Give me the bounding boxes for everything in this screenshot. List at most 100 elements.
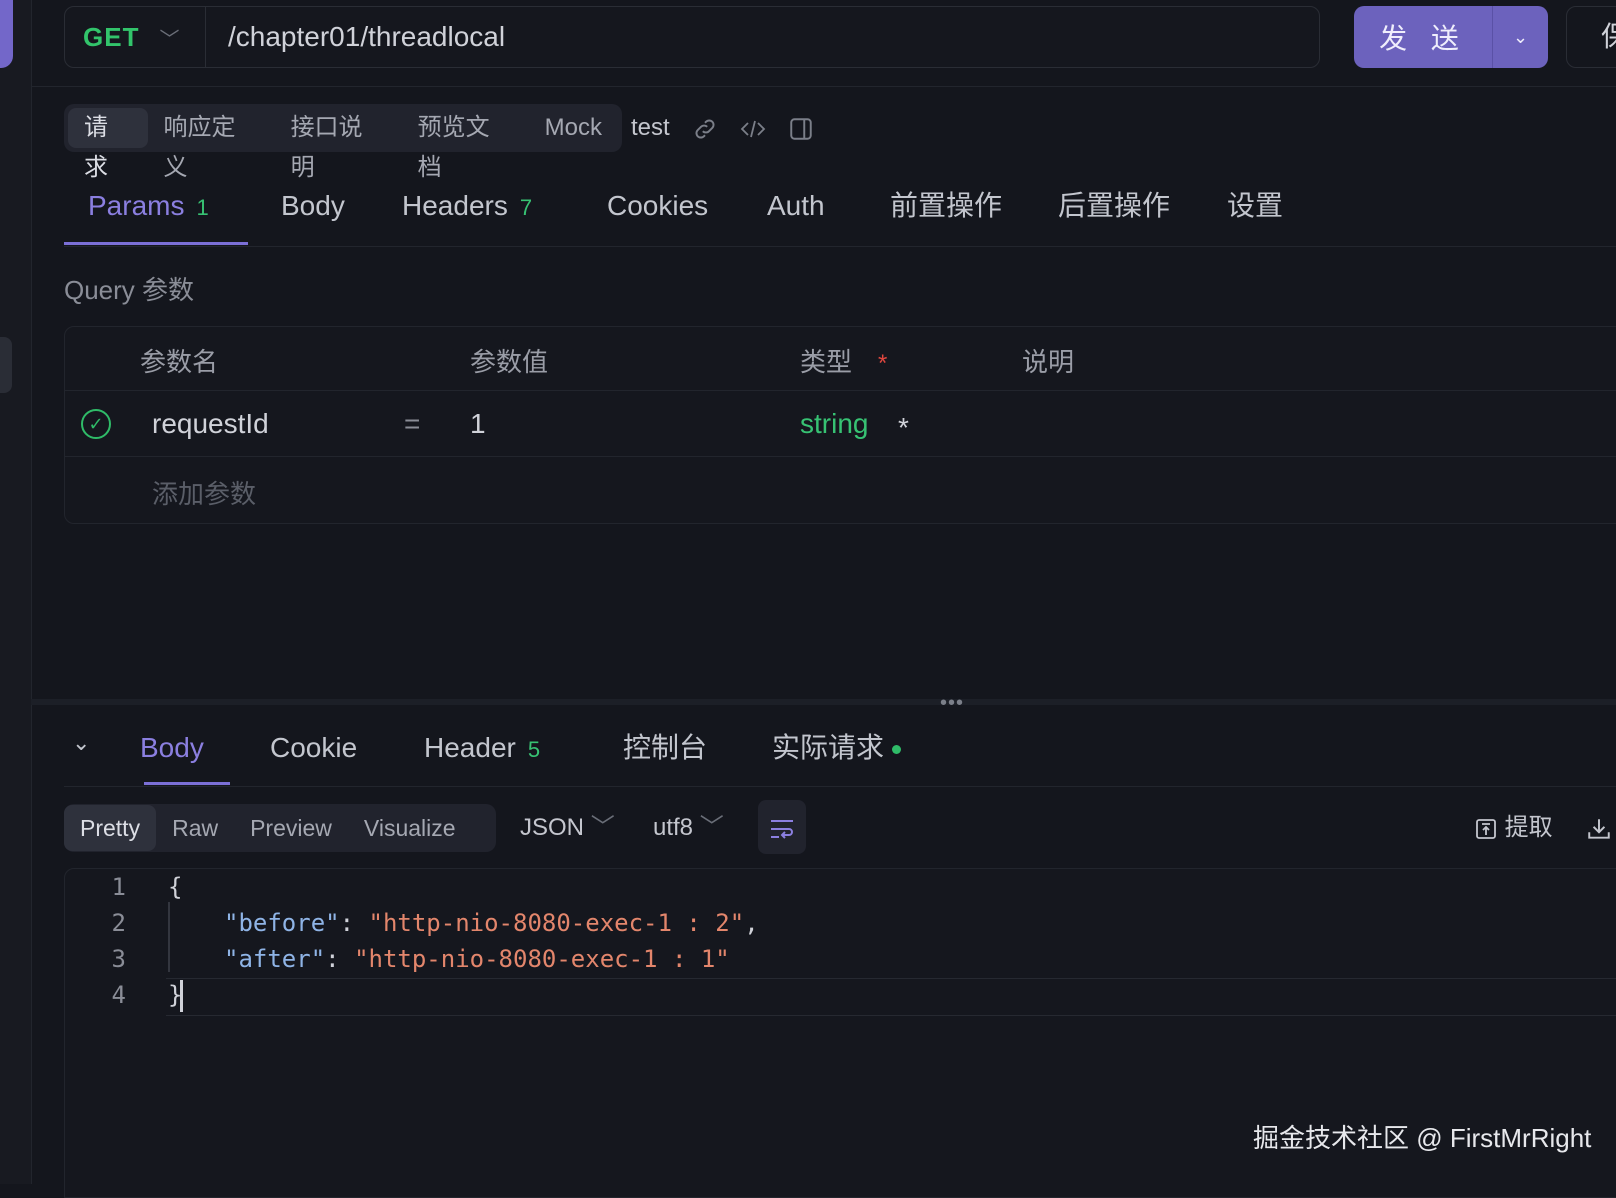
- tab-api-description[interactable]: 接口说明: [275, 108, 402, 181]
- extract-label: 提取: [1504, 814, 1553, 841]
- view-mode-visualize[interactable]: Visualize: [348, 805, 472, 851]
- line-number: 1: [111, 873, 126, 901]
- format-label: JSON: [520, 814, 585, 841]
- collapse-chevron-icon[interactable]: ⌄: [72, 730, 90, 756]
- view-mode-preview[interactable]: Preview: [234, 805, 348, 851]
- encoding-dropdown[interactable]: utf8 ﹀: [653, 804, 724, 852]
- param-value-cell[interactable]: 1: [470, 408, 486, 440]
- save-button[interactable]: 保: [1566, 6, 1616, 68]
- rail-active-indicator: [0, 0, 13, 68]
- add-param-placeholder[interactable]: 添加参数: [152, 474, 256, 511]
- tab-headers[interactable]: Headers 7: [402, 186, 532, 226]
- col-header-name: 参数名: [140, 347, 219, 377]
- download-icon[interactable]: [1586, 804, 1612, 852]
- text-caret: [180, 980, 183, 1012]
- current-line-highlight: [166, 978, 1616, 1016]
- tab-pre-actions[interactable]: 前置操作: [890, 186, 1002, 226]
- tab-body[interactable]: Body: [281, 186, 345, 226]
- send-menu-chevron-icon[interactable]: ⌄: [1493, 27, 1548, 48]
- param-required-marker[interactable]: *: [898, 412, 909, 444]
- tab-request[interactable]: 请求: [68, 108, 148, 181]
- col-header-description: 说明: [1022, 347, 1075, 377]
- url-bar: GET ﹀: [64, 6, 1320, 68]
- tab-cookies[interactable]: Cookies: [607, 186, 708, 226]
- divider: [64, 786, 1616, 787]
- line-number: 4: [111, 981, 126, 1009]
- tab-response-header[interactable]: Header 5: [424, 728, 540, 768]
- tab-response-definition[interactable]: 响应定义: [148, 108, 275, 181]
- tab-response-cookie[interactable]: Cookie: [270, 728, 357, 768]
- params-count-badge: 1: [196, 195, 209, 220]
- header-count-badge: 5: [527, 737, 541, 762]
- view-mode-raw[interactable]: Raw: [156, 805, 234, 851]
- col-header-type-label: 类型: [800, 347, 853, 377]
- table-row-divider: [65, 456, 1616, 457]
- request-subtabs: 请求 响应定义 接口说明 预览文档 Mock: [64, 104, 622, 181]
- tab-settings[interactable]: 设置: [1227, 186, 1283, 226]
- extract-icon: [1476, 818, 1496, 839]
- extract-button[interactable]: 提取: [1474, 804, 1553, 852]
- json-key: "after": [224, 945, 326, 973]
- active-tab-underline: [144, 782, 230, 785]
- tab-label: Headers: [402, 190, 508, 221]
- param-type-cell[interactable]: string: [800, 408, 868, 440]
- tab-console[interactable]: 控制台: [623, 728, 707, 768]
- send-button[interactable]: 发 送 ⌄: [1354, 6, 1548, 68]
- method-selector[interactable]: GET ﹀: [65, 7, 206, 67]
- tab-label: Header: [424, 732, 516, 763]
- json-open-brace: {: [168, 873, 183, 901]
- chevron-down-icon: ﹀: [699, 814, 724, 841]
- code-icon[interactable]: [739, 104, 767, 152]
- tab-auth[interactable]: Auth: [767, 186, 825, 226]
- encoding-label: utf8: [653, 814, 694, 841]
- wrap-lines-icon[interactable]: [758, 800, 806, 854]
- divider: [31, 86, 1616, 87]
- watermark: 掘金技术社区 @ FirstMrRight: [1253, 1123, 1592, 1153]
- line-number: 2: [111, 909, 126, 937]
- tab-mock[interactable]: Mock: [529, 108, 618, 148]
- query-params-label: Query 参数: [64, 275, 195, 305]
- view-mode-selector: Pretty Raw Preview Visualize: [64, 804, 496, 852]
- tab-post-actions[interactable]: 后置操作: [1058, 186, 1170, 226]
- environment-label[interactable]: test: [631, 104, 670, 152]
- tab-preview-doc[interactable]: 预览文档: [402, 108, 529, 181]
- param-name-cell[interactable]: requestId: [152, 408, 269, 440]
- json-value: "http-nio-8080-exec-1 : 1": [354, 945, 730, 973]
- indent-guide: [168, 902, 170, 972]
- view-mode-pretty[interactable]: Pretty: [64, 805, 157, 851]
- line-number: 3: [111, 945, 126, 973]
- panel-icon[interactable]: [788, 104, 814, 152]
- divider: [64, 246, 1616, 247]
- headers-count-badge: 7: [519, 195, 533, 220]
- tab-response-body[interactable]: Body: [140, 728, 204, 768]
- json-line: "after": "http-nio-8080-exec-1 : 1": [224, 945, 730, 973]
- required-marker: *: [878, 350, 888, 377]
- active-tab-underline: [64, 242, 248, 245]
- save-label: 保: [1601, 21, 1616, 52]
- link-icon[interactable]: [692, 104, 718, 152]
- method-label: GET: [83, 21, 140, 52]
- tab-label: Params: [88, 190, 185, 221]
- url-input[interactable]: [228, 7, 1278, 67]
- col-header-type: 类型 *: [800, 342, 887, 379]
- rail-handle[interactable]: [0, 337, 12, 393]
- panel-resizer[interactable]: [31, 699, 1616, 705]
- equals-sign: =: [404, 408, 421, 439]
- json-comma: ,: [744, 909, 759, 937]
- table-header-divider: [65, 390, 1616, 391]
- json-line: "before": "http-nio-8080-exec-1 : 2",: [224, 909, 759, 937]
- json-key: "before": [224, 909, 340, 937]
- format-dropdown[interactable]: JSON ﹀: [520, 804, 615, 852]
- chevron-down-icon: ﹀: [590, 814, 615, 841]
- tab-actual-request[interactable]: 实际请求: [772, 728, 902, 768]
- status-dot: [892, 745, 902, 755]
- left-rail: [0, 0, 32, 1184]
- check-circle-icon[interactable]: ✓: [81, 409, 111, 439]
- resize-handle-icon[interactable]: •••: [940, 692, 964, 715]
- json-value: "http-nio-8080-exec-1 : 2": [368, 909, 745, 937]
- tab-label: 实际请求: [772, 732, 885, 763]
- tab-params[interactable]: Params 1: [88, 186, 209, 226]
- chevron-down-icon: ﹀: [159, 28, 180, 51]
- send-label: 发 送: [1379, 23, 1467, 54]
- col-header-value: 参数值: [470, 347, 549, 377]
